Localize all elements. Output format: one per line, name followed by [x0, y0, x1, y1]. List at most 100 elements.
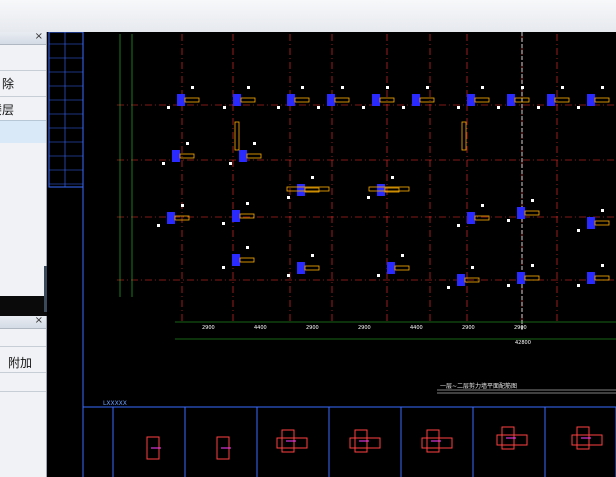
- wall-block: [287, 94, 295, 106]
- text-marker: [157, 224, 160, 227]
- wall-block: [377, 184, 385, 196]
- dimension-total-text: 42800: [515, 340, 531, 346]
- rebar: [334, 97, 350, 103]
- wall-block: [297, 262, 305, 274]
- text-marker: [531, 264, 534, 267]
- divider: [0, 391, 46, 392]
- plan-title: 一层~二层剪力墙平面配筋图: [440, 383, 518, 390]
- wall-block: [172, 150, 180, 162]
- layer-column-header: 楼层: [0, 103, 15, 117]
- dimension-text: 4400: [410, 325, 423, 331]
- wall-block: [587, 217, 595, 229]
- text-marker: [601, 86, 604, 89]
- attach-column-header: 附加: [8, 356, 33, 370]
- text-marker: [277, 106, 280, 109]
- rebar: [246, 153, 262, 159]
- text-marker: [181, 204, 184, 207]
- close-icon[interactable]: ×: [35, 316, 43, 326]
- wall-block: [233, 94, 241, 106]
- text-marker: [341, 86, 344, 89]
- close-icon[interactable]: ×: [35, 32, 43, 42]
- text-marker: [507, 219, 510, 222]
- text-marker: [447, 286, 450, 289]
- text-marker: [301, 86, 304, 89]
- rebar: [184, 97, 200, 103]
- wall-block: [239, 150, 247, 162]
- text-marker: [311, 176, 314, 179]
- wall-block: [517, 207, 525, 219]
- text-marker: [601, 209, 604, 212]
- divider: [0, 96, 46, 97]
- layer-panel-header: ×: [0, 32, 46, 45]
- text-marker: [253, 142, 256, 145]
- wall-block: [412, 94, 420, 106]
- dimension-text: 2900: [514, 325, 527, 331]
- dimension-text: 2900: [202, 325, 215, 331]
- text-marker: [386, 86, 389, 89]
- text-marker: [426, 86, 429, 89]
- divider: [0, 70, 46, 71]
- text-marker: [391, 176, 394, 179]
- rebar: [240, 97, 256, 103]
- text-marker: [287, 196, 290, 199]
- wall-block: [457, 274, 465, 286]
- text-marker: [246, 246, 249, 249]
- wall-block: [297, 184, 305, 196]
- text-marker: [471, 266, 474, 269]
- divider: [0, 372, 46, 373]
- title-block: [48, 32, 84, 188]
- drawing-svg: 2900 4400 2900 2900 4400 2900 2900 42800: [48, 32, 616, 477]
- text-marker: [367, 196, 370, 199]
- legend-label: LXXXXX: [103, 400, 127, 407]
- text-marker: [311, 254, 314, 257]
- text-marker: [401, 254, 404, 257]
- text-marker: [497, 106, 500, 109]
- text-marker: [457, 106, 460, 109]
- text-marker: [577, 229, 580, 232]
- rebar: [239, 213, 255, 219]
- wall-block: [547, 94, 555, 106]
- wall-block: [467, 94, 475, 106]
- rebar: [594, 97, 610, 103]
- rebar: [474, 215, 490, 221]
- text-marker: [287, 274, 290, 277]
- rebar: [461, 121, 467, 151]
- dimension-text: 2900: [462, 325, 475, 331]
- text-marker: [162, 162, 165, 165]
- wall-block: [387, 262, 395, 274]
- rebar: [304, 265, 320, 271]
- text-marker: [247, 86, 250, 89]
- text-marker: [246, 202, 249, 205]
- wall-block: [507, 94, 515, 106]
- wall-block: [167, 212, 175, 224]
- text-marker: [229, 162, 232, 165]
- text-marker: [457, 224, 460, 227]
- text-marker: [191, 86, 194, 89]
- text-marker: [561, 86, 564, 89]
- wall-block: [517, 272, 525, 284]
- text-marker: [481, 86, 484, 89]
- text-marker: [223, 106, 226, 109]
- wall-block: [327, 94, 335, 106]
- text-marker: [577, 106, 580, 109]
- wall-block: [372, 94, 380, 106]
- text-marker: [222, 266, 225, 269]
- title-bar: [0, 0, 616, 33]
- rebar: [294, 97, 310, 103]
- delete-button[interactable]: 除: [2, 75, 14, 92]
- text-marker: [362, 106, 365, 109]
- text-marker: [577, 284, 580, 287]
- cad-canvas[interactable]: 2900 4400 2900 2900 4400 2900 2900 42800 一层~二层剪…: [47, 32, 616, 477]
- rebar: [394, 265, 410, 271]
- text-marker: [317, 106, 320, 109]
- text-marker: [186, 142, 189, 145]
- text-marker: [601, 264, 604, 267]
- divider: [0, 346, 46, 347]
- wall-block: [587, 94, 595, 106]
- dimension-text: 4400: [254, 325, 267, 331]
- rebar: [419, 97, 435, 103]
- text-marker: [537, 106, 540, 109]
- table-row-selected[interactable]: [0, 120, 46, 143]
- text-marker: [377, 274, 380, 277]
- text-marker: [531, 199, 534, 202]
